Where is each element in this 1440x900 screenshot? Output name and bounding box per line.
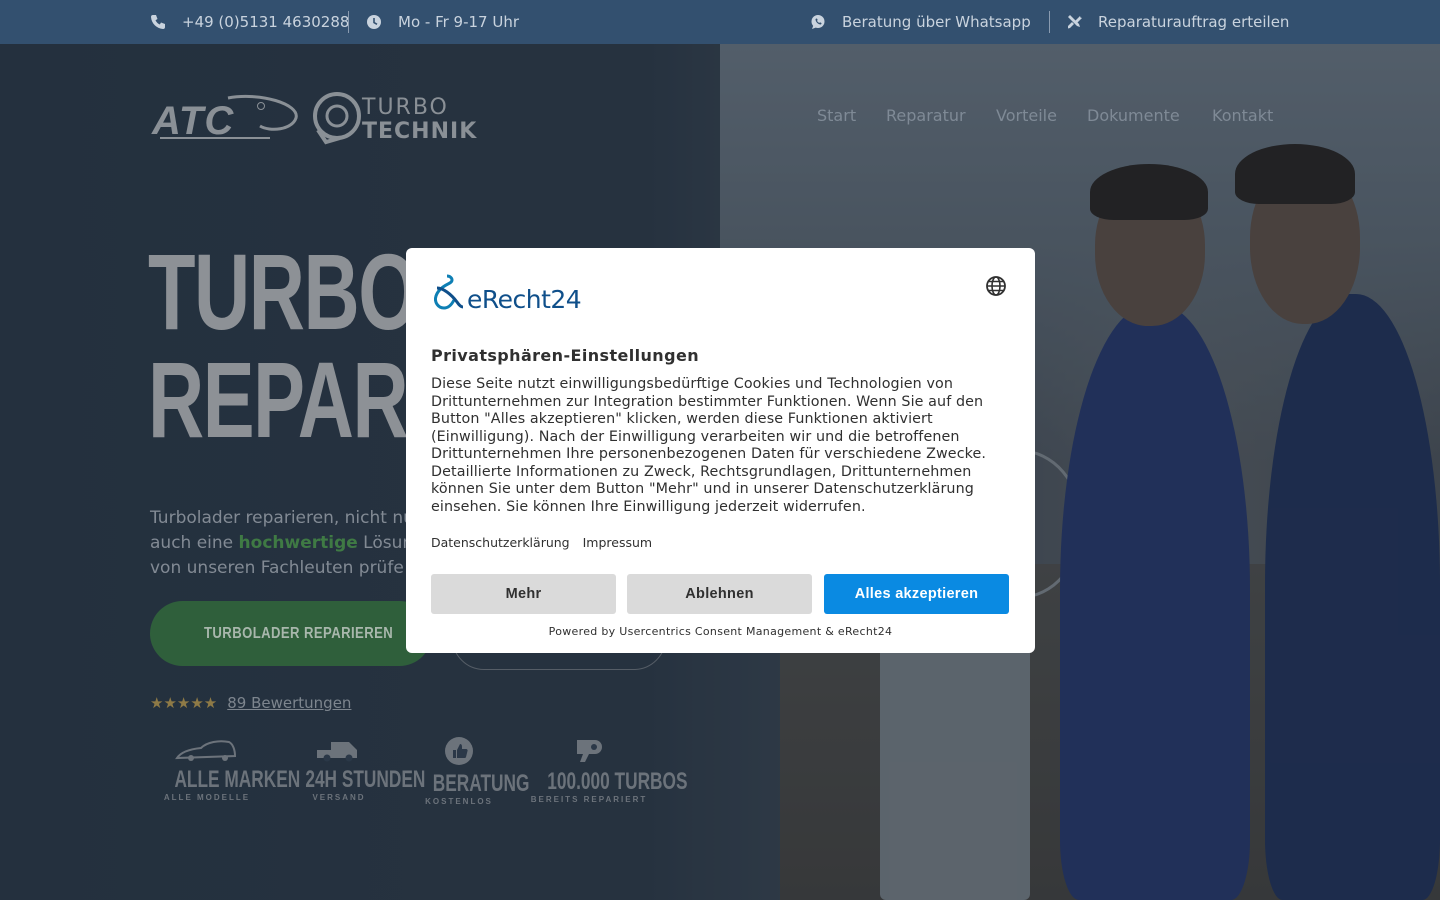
truck-icon <box>317 742 357 762</box>
whatsapp-link[interactable]: Beratung über Whatsapp <box>810 0 1031 44</box>
phone-number: +49 (0)5131 4630288 <box>182 13 350 31</box>
turbo-icon <box>577 740 602 762</box>
repair-turbo-button[interactable]: TURBOLADER REPARIEREN <box>150 601 432 666</box>
consent-body: Diese Seite nutzt einwilligungsbedürftig… <box>431 376 987 515</box>
top-bar: +49 (0)5131 4630288 Mo - Fr 9-17 Uhr Ber… <box>0 0 1440 44</box>
whatsapp-icon <box>811 15 825 29</box>
hours-text: Mo - Fr 9-17 Uhr <box>398 13 520 31</box>
star-rating-icon: ★★★★★ <box>150 694 218 712</box>
feature-title: 24H STUNDEN <box>305 766 426 793</box>
feature-subtitle: ALLE MODELLE <box>163 793 251 802</box>
lead-text: auch eine <box>150 533 239 553</box>
repair-turbo-label: TURBOLADER REPARIEREN <box>204 624 394 642</box>
divider <box>348 11 349 33</box>
feature-title: BERATUNG <box>432 770 530 797</box>
erecht24-logo: eRecht24 <box>431 274 582 314</box>
whatsapp-text: Beratung über Whatsapp <box>842 13 1031 31</box>
nav-vorteile[interactable]: Vorteile <box>996 106 1057 125</box>
reviews-link[interactable]: 89 Bewertungen <box>227 694 351 712</box>
feature-subtitle: KOSTENLOS <box>425 797 493 806</box>
divider <box>1049 11 1050 33</box>
lead-text: Lösun <box>357 533 414 553</box>
powered-by: Powered by Usercentrics Consent Manageme… <box>548 625 893 638</box>
repair-order-text: Reparaturauftrag erteilen <box>1098 13 1290 31</box>
privacy-policy-link[interactable]: Datenschutzerklärung <box>431 535 570 550</box>
phone-link[interactable]: +49 (0)5131 4630288 <box>150 0 349 44</box>
hero-lead: Turbolader reparieren, nicht nu auch ein… <box>150 506 450 581</box>
lead-line-2: auch eine hochwertige Lösun <box>150 531 450 556</box>
rating: ★★★★★ 89 Bewertungen <box>150 694 351 712</box>
opening-hours: Mo - Fr 9-17 Uhr <box>366 0 519 44</box>
lead-line-3: von unseren Fachleuten prüfe <box>150 558 404 578</box>
consent-title: Privatsphären-Einstellungen <box>431 346 699 365</box>
clock-icon <box>367 15 381 29</box>
thumbs-up-icon <box>445 737 473 765</box>
consent-links: Datenschutzerklärung Impressum <box>431 535 652 550</box>
feature-all-brands: ALLE MARKEN ALLE MODELLE <box>150 736 300 803</box>
nav-dokumente[interactable]: Dokumente <box>1087 106 1180 125</box>
imprint-link[interactable]: Impressum <box>583 535 652 550</box>
feature-title: 100.000 TURBOS <box>547 768 688 795</box>
feature-subtitle: BEREITS REPARIERT <box>530 795 648 804</box>
erecht24-mark-icon <box>434 274 464 310</box>
main-navigation: Start Reparatur Vorteile Dokumente Konta… <box>0 106 1440 128</box>
decline-button[interactable]: Ablehnen <box>627 574 812 614</box>
tools-icon <box>1068 15 1082 29</box>
consent-dialog: eRecht24 Privatsphären-Einstellungen Die… <box>406 248 1035 653</box>
feature-24h-shipping: 24H STUNDEN VERSAND <box>282 736 425 803</box>
repair-order-link[interactable]: Reparaturauftrag erteilen <box>1066 0 1289 44</box>
phone-icon <box>151 15 165 29</box>
nav-kontakt[interactable]: Kontakt <box>1212 106 1273 125</box>
feature-subtitle: VERSAND <box>312 793 366 802</box>
car-icon <box>175 740 237 761</box>
feature-100000-turbos: 100.000 TURBOS BEREITS REPARIERT <box>520 736 687 805</box>
nav-reparatur[interactable]: Reparatur <box>886 106 966 125</box>
lead-highlight: hochwertige <box>238 533 358 553</box>
accept-all-button[interactable]: Alles akzeptieren <box>824 574 1009 614</box>
more-button[interactable]: Mehr <box>431 574 616 614</box>
nav-start[interactable]: Start <box>817 106 856 125</box>
erecht24-wordmark: eRecht24 <box>467 285 582 314</box>
feature-free-consulting: BERATUNG KOSTENLOS <box>414 736 529 807</box>
lead-line-1: Turbolader reparieren, nicht nu <box>150 508 414 528</box>
language-globe-icon[interactable] <box>985 275 1007 297</box>
